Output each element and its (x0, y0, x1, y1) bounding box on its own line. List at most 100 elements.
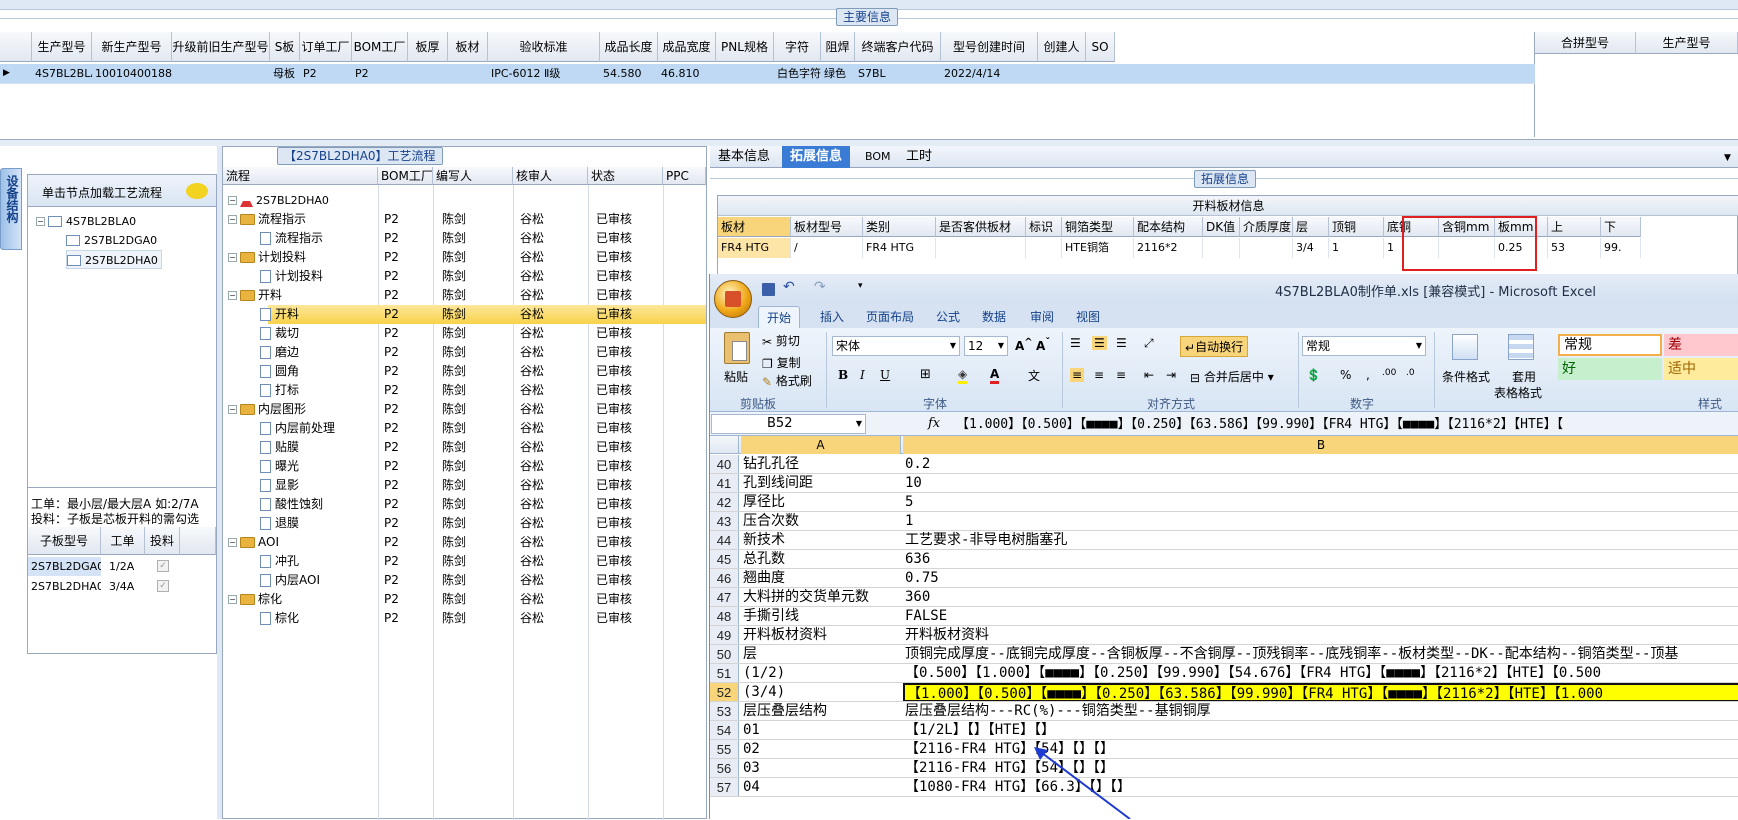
conditional-format-icon[interactable] (1452, 334, 1478, 360)
bold-icon[interactable]: B (838, 368, 848, 382)
main-col-header[interactable]: 终端客户代码 (855, 32, 941, 62)
grow-font-icon[interactable]: A^ (1015, 337, 1033, 353)
main-col-header[interactable]: PNL规格 (716, 32, 774, 62)
main-cell[interactable]: S7BL (855, 64, 941, 84)
material-cell[interactable] (1240, 238, 1293, 258)
row-number[interactable]: 43 (710, 512, 739, 530)
cell-a[interactable]: 01 (741, 721, 901, 739)
process-col-header[interactable]: 流程 (223, 167, 378, 185)
material-cell[interactable]: 3/4 (1293, 238, 1329, 258)
main-cell[interactable]: 白色字符 (774, 64, 821, 84)
row-number[interactable]: 55 (710, 740, 739, 758)
main-cell[interactable] (172, 64, 270, 84)
cell-b[interactable]: 【2116-FR4 HTG】【54】【】【】 (903, 759, 1738, 777)
tab-basic-info[interactable]: 基本信息 (710, 146, 778, 168)
material-cell[interactable]: HTE铜箔 (1062, 238, 1134, 258)
process-node[interactable]: 显影 (246, 476, 299, 495)
process-col-header[interactable]: 核审人 (513, 167, 588, 185)
main-cell[interactable]: 54.580 (600, 64, 658, 84)
process-node[interactable]: 冲孔 (246, 552, 299, 571)
process-node[interactable]: 退膜 (246, 514, 299, 533)
material-col-header[interactable]: 层 (1293, 217, 1329, 237)
row-number[interactable]: 53 (710, 702, 739, 720)
ribbon-tab[interactable]: 公式 (928, 306, 968, 328)
process-node[interactable]: − AOI (228, 533, 279, 552)
process-node[interactable]: 酸性蚀刻 (246, 495, 323, 514)
main-col-header[interactable]: 板材 (448, 32, 488, 62)
material-cell[interactable]: / (791, 238, 863, 258)
process-root[interactable]: − 2S7BL2DHA0 (228, 191, 329, 210)
cell-b[interactable]: 顶铜完成厚度--底铜完成厚度--含铜板厚--不含铜厚--顶残铜率--底残铜率--… (903, 645, 1738, 663)
save-icon[interactable] (762, 283, 775, 296)
process-node[interactable]: − 棕化 (228, 590, 282, 609)
format-painter-button[interactable]: ✎ 格式刷 (762, 372, 812, 389)
material-col-header[interactable]: 配本结构 (1134, 217, 1203, 237)
process-node[interactable]: 曝光 (246, 457, 299, 476)
border-icon[interactable]: ⊞ (920, 367, 931, 382)
cell-b[interactable]: 636 (903, 550, 1738, 568)
dropdown-arrow-icon[interactable]: ▼ (1724, 153, 1731, 163)
feed-checkbox[interactable]: ✓ (157, 560, 169, 572)
font-size-select[interactable]: 12 ▼ (964, 336, 1008, 356)
cell-a[interactable]: 手撕引线 (741, 607, 901, 625)
formula-input[interactable]: 【1.000】【0.500】【■■■■】【0.250】【63.586】【99.9… (956, 415, 1738, 435)
cell-b[interactable]: 0.2 (903, 455, 1738, 473)
tree-node-child-1[interactable]: 2S7BL2DGA0 (66, 231, 157, 250)
process-node[interactable]: 流程指示 (246, 229, 323, 248)
style-normal[interactable]: 常规 (1558, 334, 1662, 356)
process-node[interactable]: − 流程指示 (228, 210, 306, 229)
main-col-header[interactable]: S板 (270, 32, 300, 62)
cell-a[interactable]: 大料拼的交货单元数 (741, 588, 901, 606)
cell-a[interactable]: 02 (741, 740, 901, 758)
material-cell[interactable]: FR4 HTG (863, 238, 936, 258)
process-col-header[interactable]: 状态 (588, 167, 663, 185)
font-color-icon[interactable]: A (990, 367, 1000, 384)
cell-b[interactable]: 1 (903, 512, 1738, 530)
process-col-header[interactable]: PPC (663, 167, 706, 185)
main-cell[interactable]: 46.810 (658, 64, 716, 84)
collapse-icon[interactable]: − (228, 196, 237, 205)
cell-a[interactable]: 翘曲度 (741, 569, 901, 587)
row-number[interactable]: 56 (710, 759, 739, 777)
row-number[interactable]: 46 (710, 569, 739, 587)
fill-color-icon[interactable]: ◈ (958, 367, 968, 384)
process-col-header[interactable]: 编写人 (433, 167, 513, 185)
feed-col[interactable]: 投料 (145, 527, 180, 555)
process-node[interactable]: 打标 (246, 381, 299, 400)
row-number[interactable]: 52 (710, 683, 739, 701)
table-format-icon[interactable] (1508, 334, 1534, 360)
material-col-header[interactable]: 介质厚度 (1240, 217, 1293, 237)
tree-node-root[interactable]: − 4S7BL2BLA0 (36, 212, 136, 231)
cell-a[interactable]: 钻孔孔径 (741, 455, 901, 473)
cell-a[interactable]: 开料板材资料 (741, 626, 901, 644)
work-order-col[interactable]: 工单 (101, 527, 145, 555)
column-b-header[interactable]: B (903, 436, 1738, 454)
material-cell[interactable]: 53 (1548, 238, 1601, 258)
main-col-header[interactable]: SO (1086, 32, 1115, 62)
process-node[interactable]: 裁切 (246, 324, 299, 343)
main-col-header[interactable]: 成品长度 (600, 32, 658, 62)
undo-icon[interactable]: ↶ (783, 279, 795, 295)
main-col-header[interactable]: 板厚 (408, 32, 448, 62)
main-cell[interactable] (448, 64, 488, 84)
work-order-cell[interactable]: 1/2A (101, 557, 145, 576)
cell-a[interactable]: 新技术 (741, 531, 901, 549)
fx-icon[interactable]: fx (928, 416, 940, 431)
cell-b[interactable]: 工艺要求-非导电树脂塞孔 (903, 531, 1738, 549)
main-cell[interactable] (1086, 64, 1115, 84)
main-cell[interactable]: P2 (352, 64, 408, 84)
wrap-text-button[interactable]: ↵自动换行 (1180, 336, 1249, 357)
material-cell[interactable] (936, 238, 1026, 258)
currency-icon[interactable]: 💲 (1306, 368, 1321, 382)
paste-button[interactable]: 粘贴 (724, 368, 748, 385)
collapse-icon[interactable]: − (228, 253, 237, 262)
ribbon-tab[interactable]: 数据 (974, 306, 1014, 328)
cell-b[interactable]: 【1/2L】【】【HTE】【】 (903, 721, 1738, 739)
cell-a[interactable]: 压合次数 (741, 512, 901, 530)
row-number[interactable]: 47 (710, 588, 739, 606)
material-cell[interactable] (1026, 238, 1062, 258)
main-col-header[interactable]: 创建人 (1038, 32, 1086, 62)
tree-node-child-2[interactable]: 2S7BL2DHA0 (66, 250, 162, 269)
cell-b[interactable]: 【0.500】【1.000】【■■■■】【0.250】【99.990】【54.6… (903, 664, 1738, 682)
collapse-icon[interactable]: − (36, 217, 45, 226)
